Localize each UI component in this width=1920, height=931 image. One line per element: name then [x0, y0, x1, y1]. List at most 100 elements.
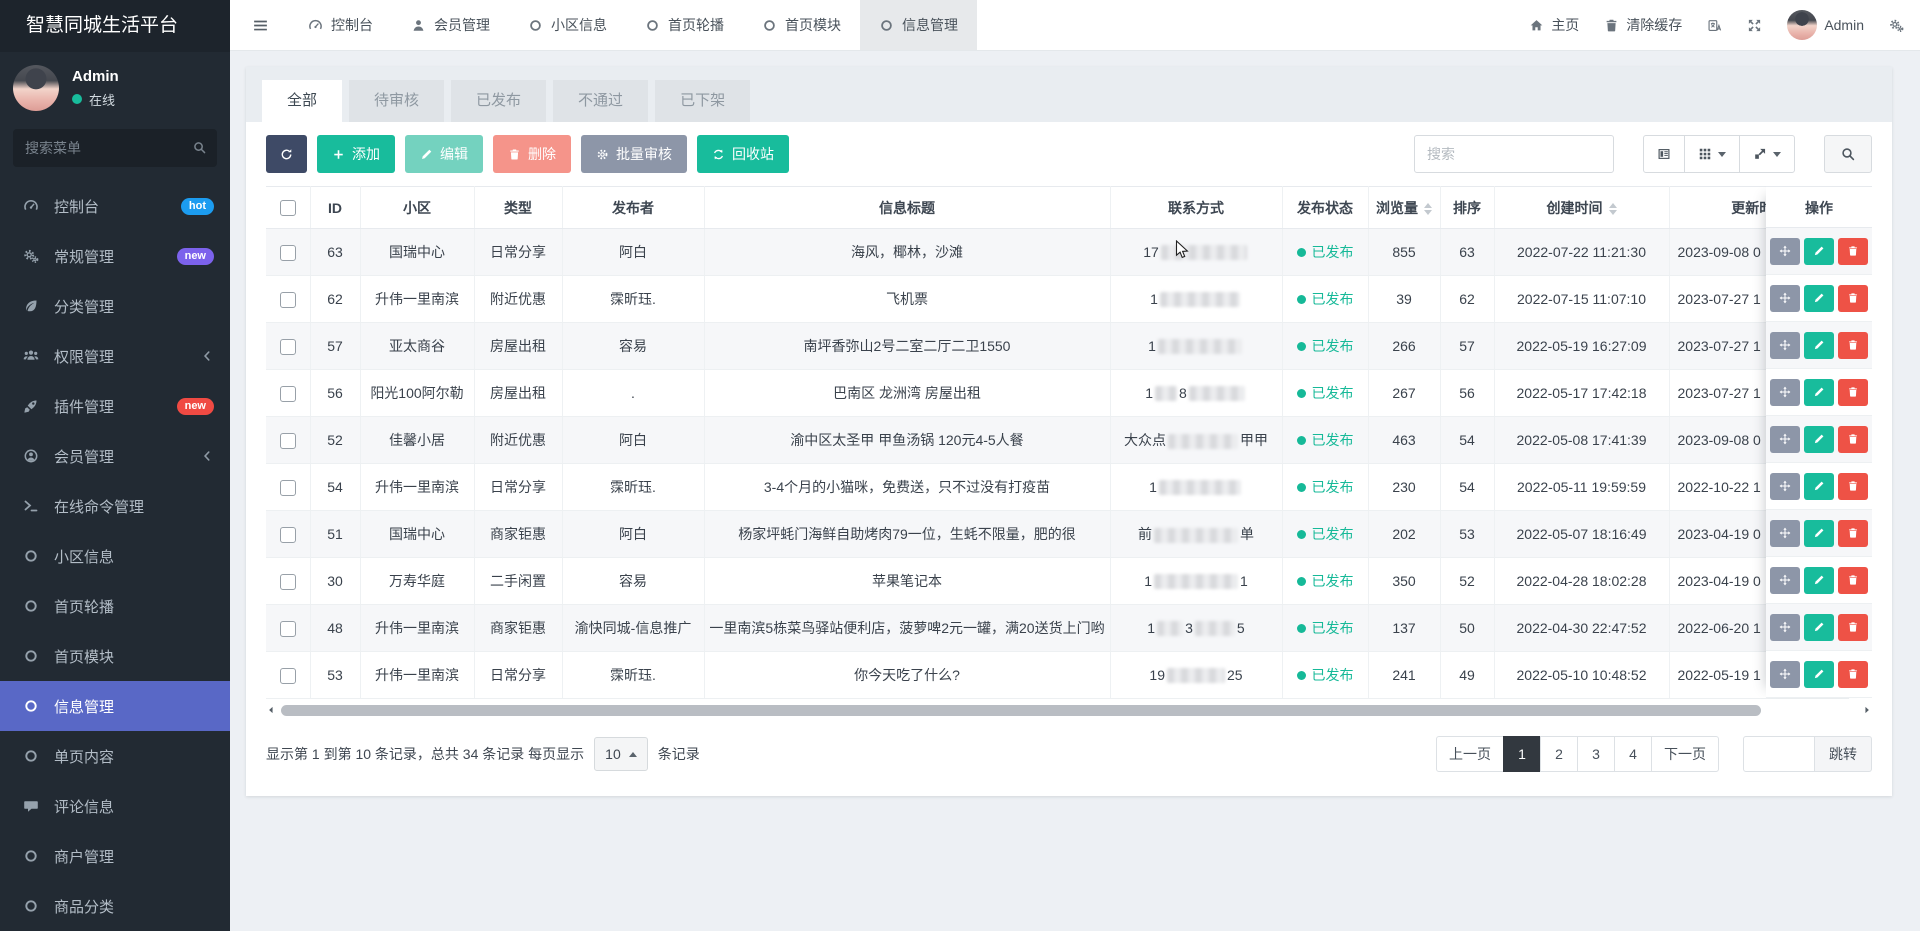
- fullscreen-button[interactable]: [1747, 18, 1762, 33]
- sidebar-item-评论信息[interactable]: 评论信息: [0, 781, 230, 831]
- page-jump-input[interactable]: [1743, 736, 1815, 772]
- status-tab-已下架[interactable]: 已下架: [655, 80, 750, 122]
- hamburger-icon[interactable]: [230, 17, 289, 34]
- delete-row-button[interactable]: [1838, 520, 1868, 547]
- status-tab-已发布[interactable]: 已发布: [451, 80, 546, 122]
- home-link[interactable]: 主页: [1529, 15, 1579, 35]
- delete-row-button[interactable]: [1838, 238, 1868, 265]
- pagination-prev[interactable]: 上一页: [1436, 736, 1504, 772]
- column-header-浏览量[interactable]: 浏览量: [1368, 187, 1440, 229]
- drag-sort-button[interactable]: [1770, 285, 1800, 312]
- delete-row-button[interactable]: [1838, 567, 1868, 594]
- sidebar-item-插件管理[interactable]: 插件管理new: [0, 381, 230, 431]
- table-search-input[interactable]: [1414, 135, 1614, 173]
- search-button[interactable]: [1824, 135, 1872, 173]
- scroll-right-arrow[interactable]: [1862, 705, 1872, 715]
- sidebar-item-首页轮播[interactable]: 首页轮播: [0, 581, 230, 631]
- row-checkbox[interactable]: [280, 292, 296, 308]
- row-checkbox[interactable]: [280, 339, 296, 355]
- columns-button[interactable]: [1684, 135, 1740, 173]
- sort-icon[interactable]: [1609, 203, 1617, 215]
- drag-sort-button[interactable]: [1770, 426, 1800, 453]
- sidebar-item-控制台[interactable]: 控制台hot: [0, 181, 230, 231]
- edit-row-button[interactable]: [1804, 661, 1834, 688]
- delete-row-button[interactable]: [1838, 285, 1868, 312]
- delete-row-button[interactable]: [1838, 332, 1868, 359]
- sidebar-item-首页模块[interactable]: 首页模块: [0, 631, 230, 681]
- recycle-bin-button[interactable]: 回收站: [697, 135, 789, 173]
- delete-row-button[interactable]: [1838, 614, 1868, 641]
- edit-row-button[interactable]: [1804, 285, 1834, 312]
- scroll-left-arrow[interactable]: [266, 705, 276, 715]
- sidebar-item-在线命令管理[interactable]: 在线命令管理: [0, 481, 230, 531]
- delete-button[interactable]: 删除: [493, 135, 571, 173]
- drag-sort-button[interactable]: [1770, 473, 1800, 500]
- user-menu[interactable]: Admin: [1787, 10, 1864, 40]
- detail-view-button[interactable]: [1643, 135, 1685, 173]
- row-checkbox[interactable]: [280, 621, 296, 637]
- top-tab-控制台[interactable]: 控制台: [289, 0, 392, 50]
- language-button[interactable]: [1707, 18, 1722, 33]
- edit-row-button[interactable]: [1804, 379, 1834, 406]
- avatar[interactable]: [13, 65, 59, 111]
- edit-row-button[interactable]: [1804, 614, 1834, 641]
- row-checkbox[interactable]: [280, 668, 296, 684]
- sidebar-item-会员管理[interactable]: 会员管理: [0, 431, 230, 481]
- sidebar-item-分类管理[interactable]: 分类管理: [0, 281, 230, 331]
- edit-row-button[interactable]: [1804, 426, 1834, 453]
- top-tab-信息管理[interactable]: 信息管理: [860, 0, 977, 50]
- top-tab-首页轮播[interactable]: 首页轮播: [626, 0, 743, 50]
- scrollbar-thumb[interactable]: [281, 705, 1761, 716]
- delete-row-button[interactable]: [1838, 661, 1868, 688]
- delete-row-button[interactable]: [1838, 379, 1868, 406]
- pagination-page-1[interactable]: 1: [1503, 736, 1541, 772]
- row-checkbox[interactable]: [280, 574, 296, 590]
- sidebar-item-常规管理[interactable]: 常规管理new: [0, 231, 230, 281]
- drag-sort-button[interactable]: [1770, 567, 1800, 594]
- page-size-select[interactable]: 10: [594, 737, 648, 771]
- row-checkbox[interactable]: [280, 245, 296, 261]
- add-button[interactable]: 添加: [317, 135, 395, 173]
- sidebar-item-小区信息[interactable]: 小区信息: [0, 531, 230, 581]
- pagination-next[interactable]: 下一页: [1651, 736, 1719, 772]
- edit-row-button[interactable]: [1804, 567, 1834, 594]
- page-jump-button[interactable]: 跳转: [1815, 736, 1872, 772]
- sort-icon[interactable]: [1424, 203, 1432, 215]
- sidebar-item-信息管理[interactable]: 信息管理: [0, 681, 230, 731]
- row-checkbox[interactable]: [280, 386, 296, 402]
- drag-sort-button[interactable]: [1770, 614, 1800, 641]
- edit-button[interactable]: 编辑: [405, 135, 483, 173]
- sidebar-item-单页内容[interactable]: 单页内容: [0, 731, 230, 781]
- top-tab-小区信息[interactable]: 小区信息: [509, 0, 626, 50]
- delete-row-button[interactable]: [1838, 473, 1868, 500]
- edit-row-button[interactable]: [1804, 520, 1834, 547]
- batch-audit-button[interactable]: 批量审核: [581, 135, 687, 173]
- pagination-page-3[interactable]: 3: [1577, 736, 1615, 772]
- select-all-checkbox[interactable]: [280, 200, 296, 216]
- settings-button[interactable]: [1889, 18, 1904, 33]
- clear-cache-button[interactable]: 清除缓存: [1604, 15, 1682, 35]
- sidebar-item-权限管理[interactable]: 权限管理: [0, 331, 230, 381]
- export-button[interactable]: [1739, 135, 1795, 173]
- drag-sort-button[interactable]: [1770, 520, 1800, 547]
- pagination-page-2[interactable]: 2: [1540, 736, 1578, 772]
- sidebar-item-商品分类[interactable]: 商品分类: [0, 881, 230, 931]
- column-header-创建时间[interactable]: 创建时间: [1494, 187, 1669, 229]
- drag-sort-button[interactable]: [1770, 238, 1800, 265]
- edit-row-button[interactable]: [1804, 473, 1834, 500]
- delete-row-button[interactable]: [1838, 426, 1868, 453]
- edit-row-button[interactable]: [1804, 238, 1834, 265]
- status-tab-待审核[interactable]: 待审核: [349, 80, 444, 122]
- top-tab-会员管理[interactable]: 会员管理: [392, 0, 509, 50]
- edit-row-button[interactable]: [1804, 332, 1834, 359]
- refresh-button[interactable]: [266, 135, 307, 173]
- menu-search-input[interactable]: [13, 129, 217, 167]
- row-checkbox[interactable]: [280, 527, 296, 543]
- drag-sort-button[interactable]: [1770, 332, 1800, 359]
- top-tab-首页模块[interactable]: 首页模块: [743, 0, 860, 50]
- drag-sort-button[interactable]: [1770, 379, 1800, 406]
- status-tab-不通过[interactable]: 不通过: [553, 80, 648, 122]
- sidebar-item-商户管理[interactable]: 商户管理: [0, 831, 230, 881]
- row-checkbox[interactable]: [280, 480, 296, 496]
- drag-sort-button[interactable]: [1770, 661, 1800, 688]
